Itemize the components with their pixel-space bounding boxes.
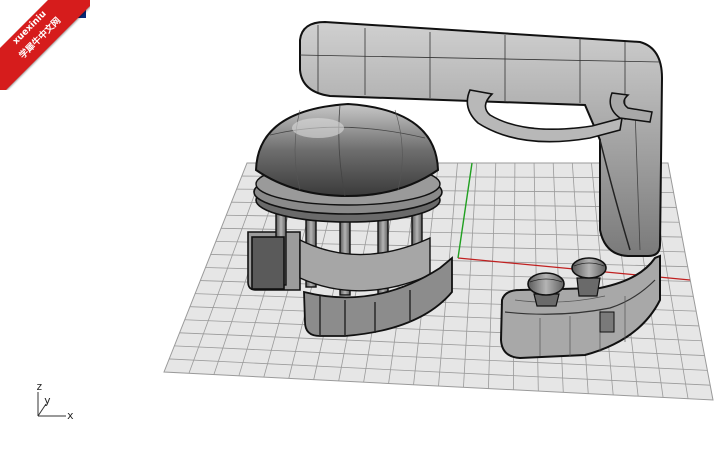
watermark-badge: xuexiniu 学犀牛中文网 bbox=[0, 0, 90, 90]
axes-widget bbox=[37, 392, 66, 417]
axis-y-label: y bbox=[44, 394, 51, 407]
axis-z-label: z bbox=[36, 380, 43, 393]
perspective-viewport[interactable]: x y z ve xuexiniu 学犀牛中文网 bbox=[0, 0, 717, 453]
viewport-scene bbox=[37, 20, 714, 417]
axis-x-label: x bbox=[67, 409, 74, 422]
